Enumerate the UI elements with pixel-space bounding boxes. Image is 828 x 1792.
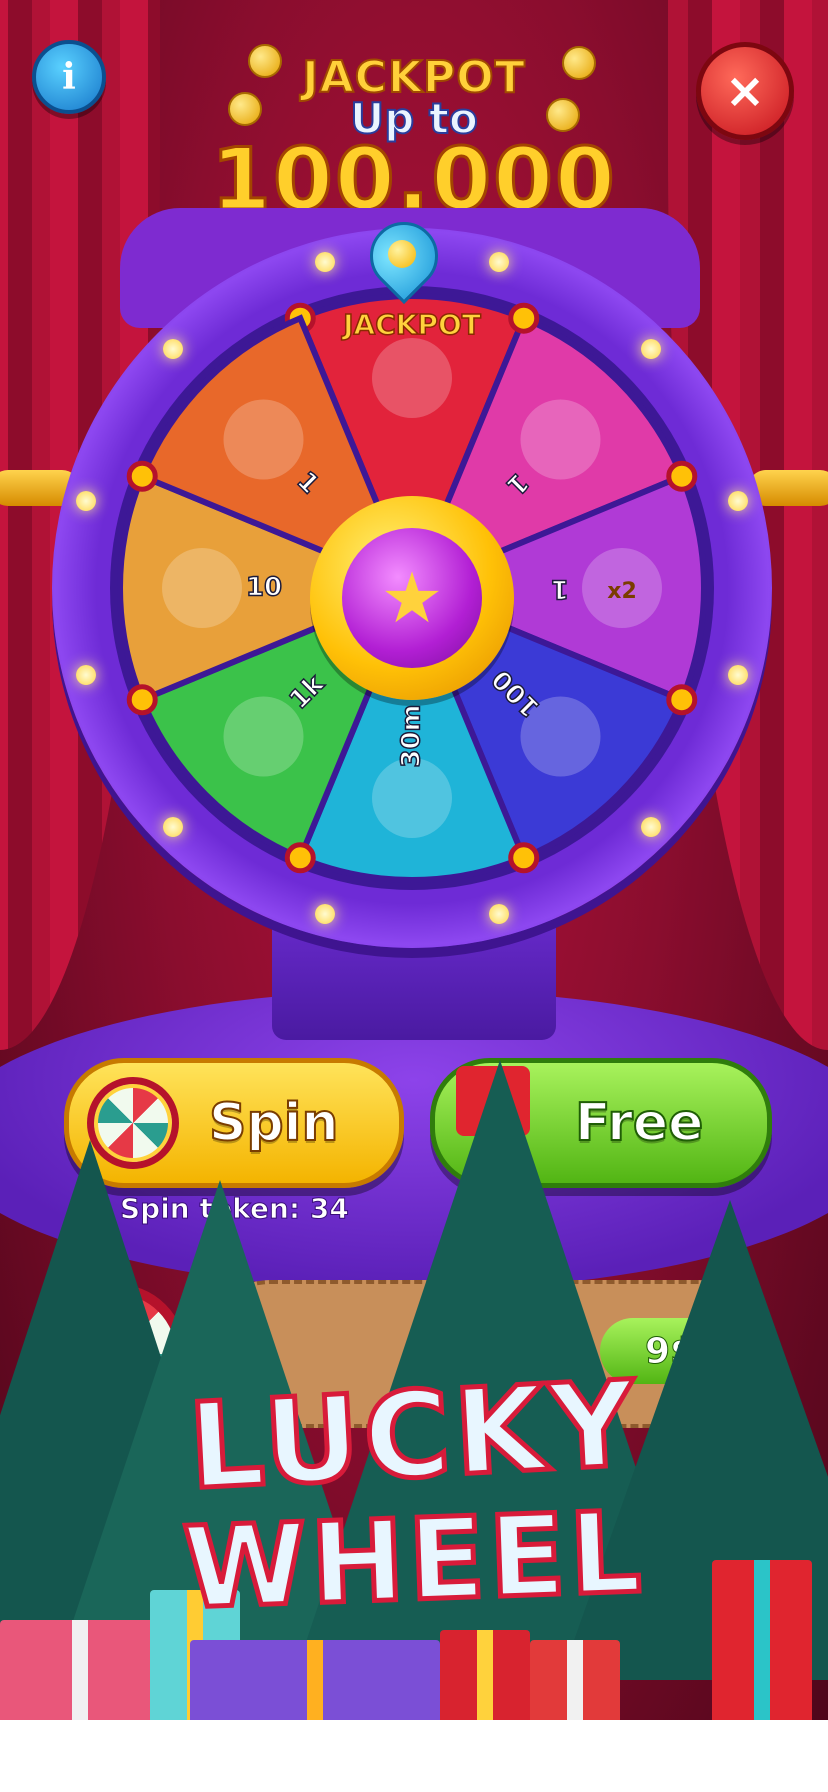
treasure-chest-icon — [372, 338, 452, 418]
wheel-peg — [126, 460, 158, 492]
alarm-clock-icon — [162, 548, 242, 628]
light-bulb — [489, 251, 510, 272]
wheel-segment-label: 30m — [397, 704, 427, 767]
light-bulb — [75, 490, 96, 511]
wheel-peg — [508, 302, 540, 334]
light-bulb — [75, 665, 96, 686]
wheel-segment-label: 10 — [246, 573, 282, 603]
lucky-wheel-screen: i × JACKPOT Up to 100.000 JACKPOT 1 1 x2 100… — [0, 0, 828, 1792]
wheel-peg — [284, 842, 316, 874]
wheel-peg — [666, 460, 698, 492]
coins-icon — [223, 696, 304, 777]
wheel-peg — [126, 684, 158, 716]
light-bulb — [314, 251, 335, 272]
ticket-icon — [223, 399, 304, 480]
paint-roller-icon — [520, 399, 601, 480]
wheel-segment-label: JACKPOT — [341, 308, 481, 341]
light-bulb — [314, 904, 335, 925]
gift-box-decoration — [440, 1630, 530, 1730]
pointer-dot — [388, 240, 416, 268]
wheel-peg — [666, 684, 698, 716]
wheel-segment-label: 1 — [551, 574, 569, 604]
gift-box-decoration — [530, 1640, 620, 1730]
x2-multiplier-label: x2 — [607, 579, 637, 604]
hub-star-icon[interactable]: ★ — [342, 528, 482, 668]
infinite-heart-icon — [372, 758, 452, 838]
floor-strip — [0, 1720, 828, 1792]
light-bulb — [728, 490, 749, 511]
gift-box-decoration — [190, 1640, 440, 1730]
wheel-peg — [508, 842, 540, 874]
